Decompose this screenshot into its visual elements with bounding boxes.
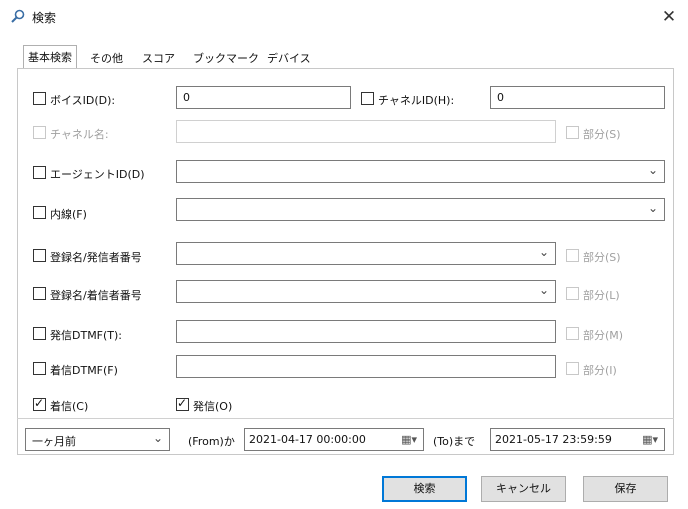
incoming-label: 着信(C)	[50, 400, 89, 413]
extension-checkbox[interactable]	[33, 206, 46, 219]
channel-name-input[interactable]	[176, 120, 556, 143]
tab-bookmark[interactable]: ブックマーク	[189, 47, 263, 68]
to-datetime-picker[interactable]: 2021-05-17 23:59:59 ▦▾	[490, 428, 665, 451]
caller-name-partial-checkbox[interactable]	[566, 249, 579, 262]
caller-name-checkbox[interactable]	[33, 249, 46, 262]
callee-name-checkbox[interactable]	[33, 287, 46, 300]
tab-score[interactable]: スコア	[138, 47, 179, 68]
voice-id-checkbox[interactable]	[33, 92, 46, 105]
tab-other[interactable]: その他	[86, 47, 127, 68]
period-preset-value: 一ヶ月前	[32, 435, 76, 448]
channel-name-partial-label: 部分(S)	[583, 128, 621, 141]
callee-name-combobox[interactable]: ⌄	[176, 280, 556, 303]
from-label: (From)か	[188, 435, 235, 448]
chevron-down-icon: ⌄	[152, 431, 163, 445]
incoming-dtmf-label: 着信DTMF(F)	[50, 364, 118, 377]
to-label: (To)まで	[433, 435, 476, 448]
outgoing-label: 発信(O)	[193, 400, 233, 413]
incoming-dtmf-partial-checkbox[interactable]	[566, 362, 579, 375]
outgoing-dtmf-partial-label: 部分(M)	[583, 329, 624, 342]
period-preset-select[interactable]: 一ヶ月前 ⌄	[25, 428, 170, 451]
channel-name-checkbox[interactable]	[33, 126, 46, 139]
agent-id-label: エージェントID(D)	[50, 168, 145, 181]
callee-name-partial-label: 部分(L)	[583, 289, 620, 302]
chevron-down-icon: ⌄	[647, 163, 658, 177]
search-icon	[11, 9, 25, 23]
from-datetime-picker[interactable]: 2021-04-17 00:00:00 ▦▾	[244, 428, 424, 451]
cancel-button[interactable]: キャンセル	[481, 476, 566, 502]
tab-basic-search[interactable]: 基本検索	[23, 45, 77, 68]
channel-name-partial-checkbox[interactable]	[566, 126, 579, 139]
extension-combobox[interactable]: ⌄	[176, 198, 665, 221]
incoming-dtmf-checkbox[interactable]	[33, 362, 46, 375]
outgoing-dtmf-label: 発信DTMF(T):	[50, 329, 123, 342]
incoming-dtmf-partial-label: 部分(I)	[583, 364, 617, 377]
title-bar: 検索 ✕	[0, 0, 688, 34]
tab-device[interactable]: デバイス	[263, 47, 315, 68]
chevron-down-icon: ⌄	[538, 283, 549, 297]
agent-id-combobox[interactable]: ⌄	[176, 160, 665, 183]
caller-name-label: 登録名/発信者番号	[50, 251, 142, 264]
channel-id-label: チャネルID(H):	[378, 94, 455, 107]
callee-name-label: 登録名/着信者番号	[50, 289, 142, 302]
agent-id-checkbox[interactable]	[33, 166, 46, 179]
to-datetime-value: 2021-05-17 23:59:59	[495, 433, 612, 446]
outgoing-dtmf-checkbox[interactable]	[33, 327, 46, 340]
channel-id-checkbox[interactable]	[361, 92, 374, 105]
window-title: 検索	[32, 11, 57, 25]
caller-name-partial-label: 部分(S)	[583, 251, 621, 264]
outgoing-checkbox[interactable]	[176, 396, 189, 411]
voice-id-input[interactable]: 0	[176, 86, 351, 109]
channel-name-label: チャネル名:	[50, 128, 109, 141]
search-button[interactable]: 検索	[382, 476, 467, 502]
incoming-checkbox[interactable]	[33, 396, 46, 411]
calendar-icon[interactable]: ▦▾	[642, 433, 658, 446]
channel-id-input[interactable]: 0	[490, 86, 665, 109]
extension-label: 内線(F)	[50, 208, 87, 221]
save-button[interactable]: 保存	[583, 476, 668, 502]
incoming-dtmf-input[interactable]	[176, 355, 556, 378]
outgoing-dtmf-partial-checkbox[interactable]	[566, 327, 579, 340]
close-button[interactable]: ✕	[658, 6, 680, 28]
from-datetime-value: 2021-04-17 00:00:00	[249, 433, 366, 446]
chevron-down-icon: ⌄	[647, 201, 658, 215]
calendar-icon[interactable]: ▦▾	[401, 433, 417, 446]
callee-name-partial-checkbox[interactable]	[566, 287, 579, 300]
caller-name-combobox[interactable]: ⌄	[176, 242, 556, 265]
chevron-down-icon: ⌄	[538, 245, 549, 259]
outgoing-dtmf-input[interactable]	[176, 320, 556, 343]
voice-id-label: ボイスID(D):	[50, 94, 116, 107]
divider	[17, 418, 674, 419]
